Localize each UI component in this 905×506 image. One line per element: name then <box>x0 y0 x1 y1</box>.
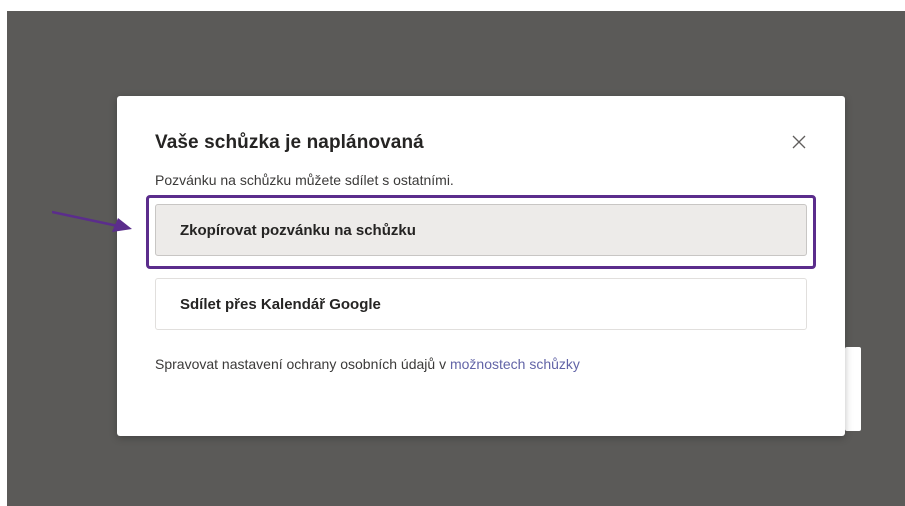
background-panel <box>845 347 861 431</box>
arrow-right-icon <box>52 210 132 232</box>
privacy-text: Spravovat nastavení ochrany osobních úda… <box>155 356 450 372</box>
dialog-title: Vaše schůzka je naplánovaná <box>155 132 424 153</box>
dialog-subtitle: Pozvánku na schůzku můžete sdílet s osta… <box>155 172 454 188</box>
share-google-calendar-button[interactable]: Sdílet přes Kalendář Google <box>155 278 807 330</box>
copy-invitation-button[interactable]: Zkopírovat pozvánku na schůzku <box>155 204 807 256</box>
meeting-options-link[interactable]: možnostech schůzky <box>450 356 580 372</box>
share-google-calendar-label: Sdílet přes Kalendář Google <box>180 295 381 313</box>
meeting-scheduled-dialog: Vaše schůzka je naplánovaná Pozvánku na … <box>117 96 845 436</box>
close-button[interactable] <box>789 132 809 152</box>
close-icon <box>792 135 806 149</box>
copy-invitation-label: Zkopírovat pozvánku na schůzku <box>180 221 416 239</box>
privacy-settings-text: Spravovat nastavení ochrany osobních úda… <box>155 356 580 372</box>
